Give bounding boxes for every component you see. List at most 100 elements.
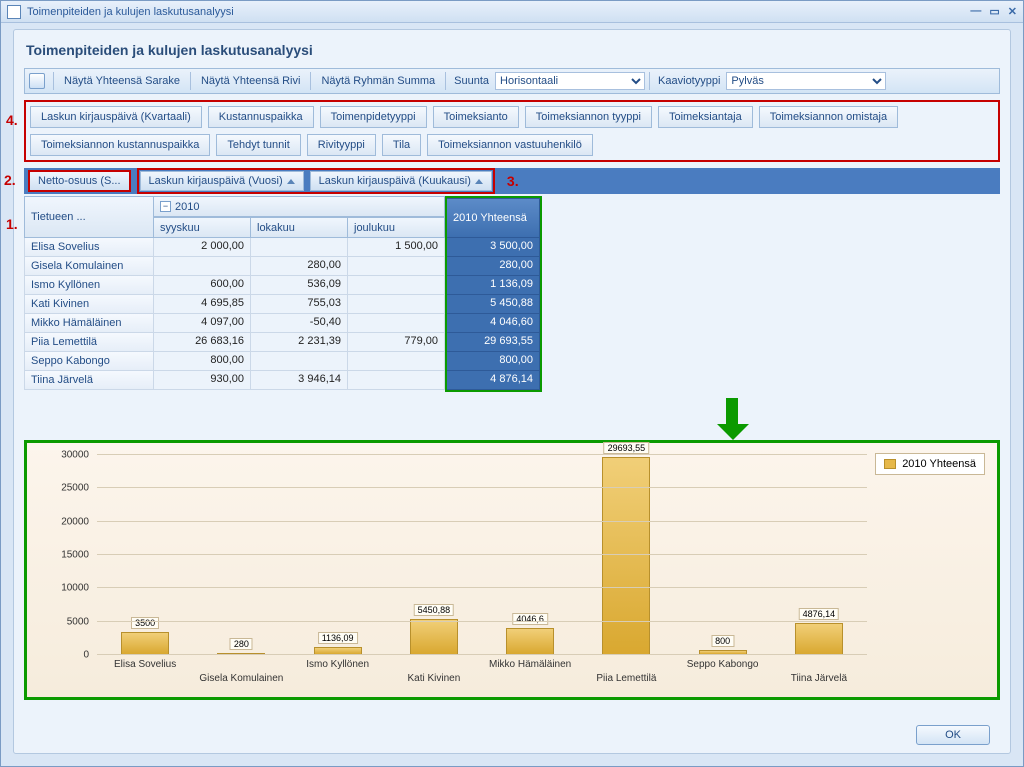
filter-chip[interactable]: Toimeksianto [433,106,519,128]
filter-chip[interactable]: Toimeksiannon tyyppi [525,106,652,128]
charttype-label: Kaaviotyyppi [654,75,724,87]
bar-value-label: 4876,14 [799,608,840,620]
row-field-chip[interactable]: Tietueen ... [24,196,154,238]
ok-button[interactable]: OK [916,725,990,745]
data-cell[interactable]: 2 231,39 [251,333,348,352]
data-cell[interactable]: -50,40 [251,314,348,333]
row-header[interactable]: Gisela Komulainen [24,257,154,276]
collapse-icon[interactable]: − [160,201,171,212]
data-cell[interactable]: 755,03 [251,295,348,314]
filter-chip[interactable]: Toimeksiannon kustannuspaikka [30,134,210,156]
close-button[interactable]: ✕ [1008,5,1017,18]
row-header[interactable]: Ismo Kyllönen [24,276,154,295]
annotation-arrow-icon [717,398,747,438]
data-cell[interactable]: 3 946,14 [251,371,348,390]
data-cell[interactable] [348,257,445,276]
filter-chip[interactable]: Rivityyppi [307,134,376,156]
x-tick-label: Ismo Kyllönen [290,659,386,693]
annotation-2: 2. [4,172,16,188]
y-tick: 0 [83,650,89,661]
month-header[interactable]: lokakuu [251,217,348,238]
total-cell[interactable]: 1 136,09 [447,276,540,295]
row-header[interactable]: Kati Kivinen [24,295,154,314]
total-cell[interactable]: 4 876,14 [447,371,540,390]
bar-value-label: 800 [711,635,734,647]
row-header[interactable]: Seppo Kabongo [24,352,154,371]
data-cell[interactable]: 930,00 [154,371,251,390]
row-header[interactable]: Tiina Järvelä [24,371,154,390]
filter-chip[interactable]: Toimenpidetyyppi [320,106,427,128]
filter-chip[interactable]: Toimeksiannon omistaja [759,106,898,128]
data-cell[interactable]: 779,00 [348,333,445,352]
print-icon[interactable] [29,73,45,89]
data-cell[interactable] [348,276,445,295]
bar-value-label: 5450,88 [414,604,455,616]
total-cell[interactable]: 4 046,60 [447,314,540,333]
chart-panel: 2010 Yhteensä 05000100001500020000250003… [24,440,1000,700]
data-cell[interactable] [348,371,445,390]
toggle-group-sum[interactable]: Näytä Ryhmän Summa [315,72,441,90]
chart-bar[interactable] [795,623,843,656]
chart-y-axis: 050001000015000200002500030000 [39,455,89,655]
row-header[interactable]: Mikko Hämäläinen [24,314,154,333]
data-cell[interactable]: 26 683,16 [154,333,251,352]
y-tick: 10000 [61,583,89,594]
filter-chip[interactable]: Laskun kirjauspäivä (Kvartaali) [30,106,202,128]
month-header[interactable]: joulukuu [348,217,445,238]
data-cell[interactable] [251,352,348,371]
filter-chip[interactable]: Tehdyt tunnit [216,134,300,156]
total-cell[interactable]: 29 693,55 [447,333,540,352]
row-header[interactable]: Piia Lemettilä [24,333,154,352]
toggle-total-column[interactable]: Näytä Yhteensä Sarake [58,72,186,90]
total-header[interactable]: 2010 Yhteensä [447,198,540,238]
chart-bar[interactable] [410,619,458,655]
chart-bar[interactable] [121,632,169,655]
direction-select[interactable]: Horisontaali [495,72,645,90]
toggle-total-row[interactable]: Näytä Yhteensä Rivi [195,72,306,90]
col-year-chip[interactable]: Laskun kirjauspäivä (Vuosi) [140,171,304,191]
row-header[interactable]: Elisa Sovelius [24,238,154,257]
window-title: Toimenpiteiden ja kulujen laskutusanalyy… [27,6,234,18]
data-cell[interactable]: 536,09 [251,276,348,295]
data-cell[interactable] [348,314,445,333]
total-column: 2010 Yhteensä 3 500,00 280,00 1 136,09 5… [445,196,542,392]
data-cell[interactable]: 2 000,00 [154,238,251,257]
data-cell[interactable]: 600,00 [154,276,251,295]
total-cell[interactable]: 800,00 [447,352,540,371]
minimize-button[interactable]: — [970,5,981,18]
data-cell[interactable] [154,257,251,276]
data-cell[interactable]: 4 097,00 [154,314,251,333]
data-cell[interactable]: 280,00 [251,257,348,276]
x-tick-label: Elisa Sovelius [97,659,193,693]
column-field-area[interactable]: 2. Netto-osuus (S... Laskun kirjauspäivä… [24,168,1000,194]
data-cell[interactable]: 800,00 [154,352,251,371]
bar-value-label: 29693,55 [604,442,650,454]
toolbar: Näytä Yhteensä Sarake Näytä Yhteensä Riv… [24,68,1000,94]
charttype-select[interactable]: Pylväs [726,72,886,90]
total-cell[interactable]: 3 500,00 [447,238,540,257]
measure-chip[interactable]: Netto-osuus (S... [28,170,131,192]
filter-field-area[interactable]: 4. Laskun kirjauspäivä (Kvartaali) Kusta… [24,100,1000,162]
data-cell[interactable] [348,295,445,314]
annotation-3: 3. [507,173,519,189]
chart-bar[interactable] [506,628,554,655]
total-cell[interactable]: 280,00 [447,257,540,276]
filter-chip[interactable]: Tila [382,134,421,156]
filter-chip[interactable]: Toimeksiantaja [658,106,753,128]
sort-asc-icon [475,179,483,184]
maximize-button[interactable]: ▭ [989,5,999,18]
month-header[interactable]: syyskuu [154,217,251,238]
data-cell[interactable]: 1 500,00 [348,238,445,257]
annotation-1: 1. [6,216,18,232]
titlebar[interactable]: Toimenpiteiden ja kulujen laskutusanalyy… [1,1,1023,23]
data-cell[interactable] [251,238,348,257]
filter-chip[interactable]: Kustannuspaikka [208,106,314,128]
year-header[interactable]: −2010 [154,196,445,217]
x-tick-label: Tiina Järvelä [771,673,867,707]
data-cell[interactable]: 4 695,85 [154,295,251,314]
x-tick-label: Piia Lemettilä [578,673,674,707]
col-month-chip[interactable]: Laskun kirjauspäivä (Kuukausi) [310,171,492,191]
data-cell[interactable] [348,352,445,371]
total-cell[interactable]: 5 450,88 [447,295,540,314]
filter-chip[interactable]: Toimeksiannon vastuuhenkilö [427,134,593,156]
